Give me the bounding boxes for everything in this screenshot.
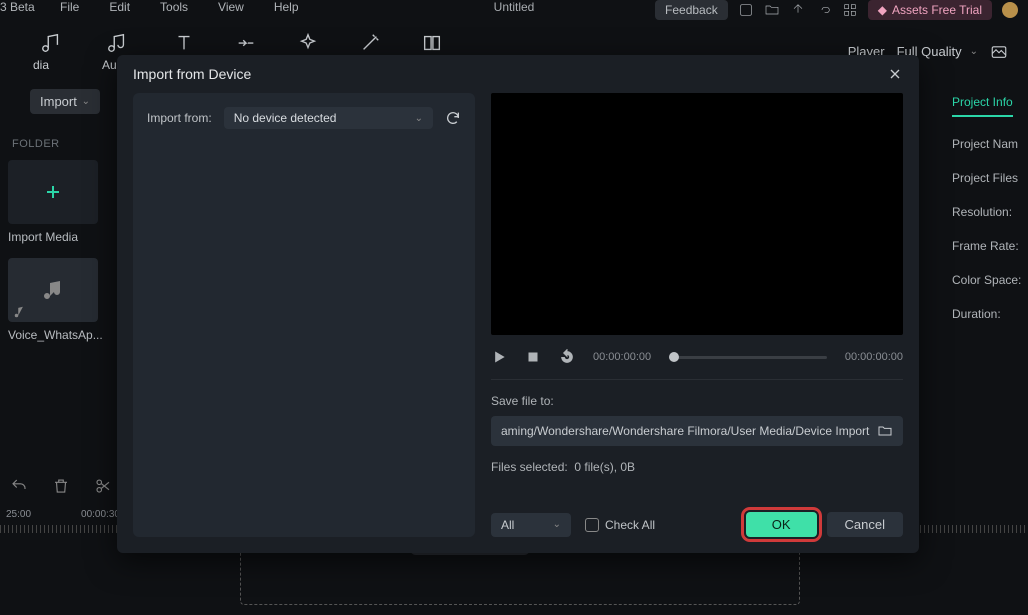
time-current: 00:00:00:00	[593, 351, 651, 363]
replay-icon[interactable]	[559, 349, 575, 365]
device-select[interactable]: No device detected ⌄	[224, 107, 433, 129]
cancel-button[interactable]: Cancel	[827, 512, 903, 537]
check-all-checkbox[interactable]: Check All	[585, 518, 655, 532]
chevron-down-icon: ⌄	[553, 519, 561, 530]
save-to-label: Save file to:	[491, 394, 903, 408]
preview-panel	[491, 93, 903, 335]
checkbox-icon	[585, 518, 599, 532]
import-from-device-dialog: Import from Device Import from: No devic…	[117, 55, 919, 553]
filter-select-value: All	[501, 518, 514, 532]
ok-button[interactable]: OK	[746, 512, 817, 537]
import-from-label: Import from:	[147, 111, 212, 125]
filter-select[interactable]: All ⌄	[491, 513, 571, 537]
stop-icon[interactable]	[525, 349, 541, 365]
refresh-icon[interactable]	[445, 110, 461, 126]
device-select-value: No device detected	[234, 111, 337, 125]
play-icon[interactable]	[491, 349, 507, 365]
time-total: 00:00:00:00	[845, 351, 903, 363]
browse-folder-icon[interactable]	[877, 423, 893, 439]
check-all-label: Check All	[605, 518, 655, 532]
files-selected-value: 0 file(s), 0B	[574, 460, 635, 474]
dialog-title: Import from Device	[133, 66, 251, 82]
chevron-down-icon: ⌄	[415, 113, 423, 124]
save-path: aming/Wondershare/Wondershare Filmora/Us…	[501, 424, 869, 438]
files-selected-label: Files selected:	[491, 460, 568, 474]
seek-slider[interactable]	[669, 356, 827, 359]
close-icon[interactable]	[887, 66, 903, 82]
